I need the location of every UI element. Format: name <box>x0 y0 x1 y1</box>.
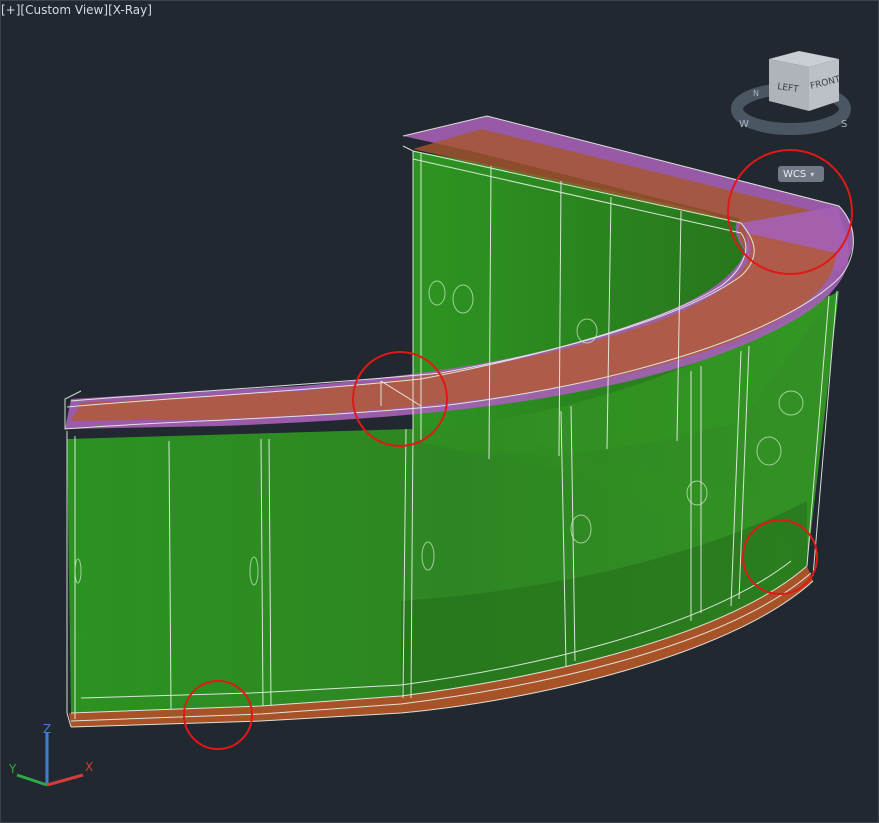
compass-n: N <box>753 89 759 98</box>
ucs-x-label: X <box>85 760 93 774</box>
wcs-menu-button[interactable]: WCS ▾ <box>778 166 824 182</box>
compass-s: S <box>841 119 847 130</box>
compass-w: W <box>739 119 749 130</box>
drawing-viewport[interactable]: [+] [Custom View] [X-Ray] W S N LEFT FRO… <box>0 0 879 823</box>
ucs-icon: Z X Y <box>5 719 105 799</box>
visual-style-menu[interactable]: [X-Ray] <box>108 3 152 17</box>
ucs-y-label: Y <box>8 762 17 776</box>
viewcube[interactable]: W S N E LEFT FRONT <box>729 41 864 141</box>
viewport-controls: [+] [Custom View] [X-Ray] <box>1 3 152 17</box>
ucs-x-axis <box>46 773 84 787</box>
ucs-y-axis <box>16 773 48 787</box>
view-menu[interactable]: [Custom View] <box>20 3 108 17</box>
viewport-controls-menu[interactable]: [+] <box>1 3 20 17</box>
wcs-label: WCS <box>783 168 807 180</box>
ucs-z-label: Z <box>43 722 51 736</box>
chevron-down-icon: ▾ <box>810 169 815 179</box>
